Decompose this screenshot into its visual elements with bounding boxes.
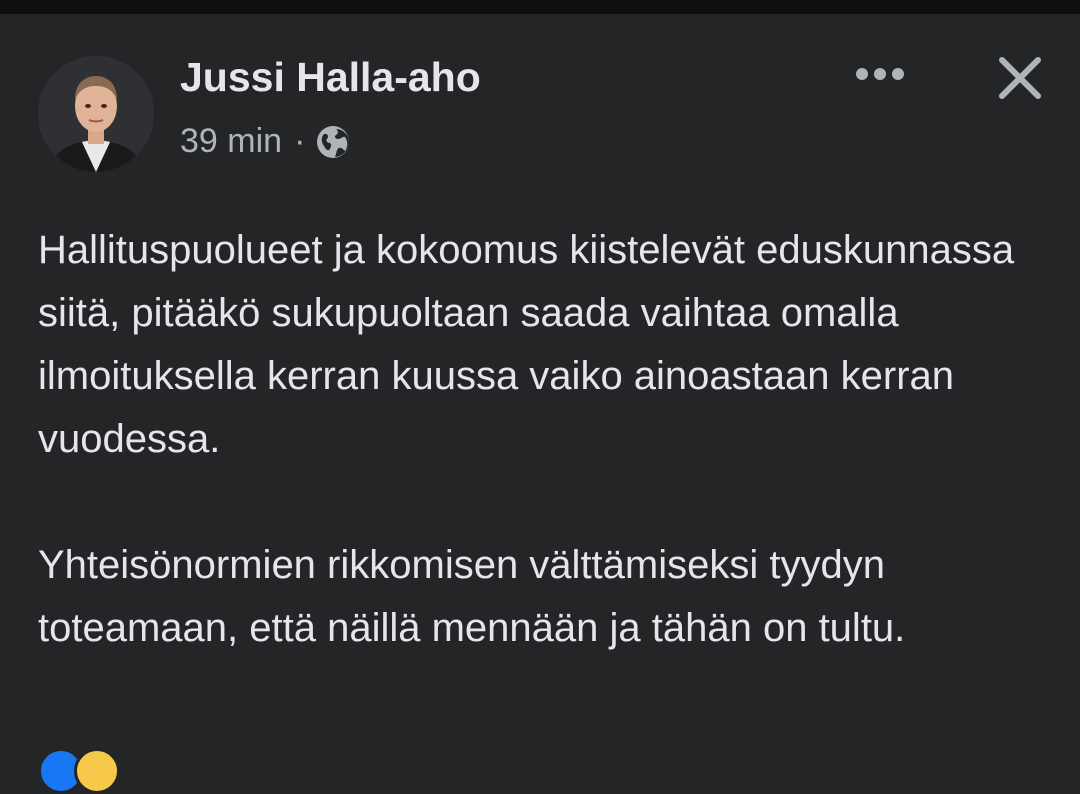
close-icon [999,57,1041,99]
reactions-summary[interactable] [38,748,120,794]
post-meta: 39 min · [180,122,351,161]
meta-separator: · [294,122,306,160]
post-timestamp[interactable]: 39 min [180,122,282,161]
post-text: Hallituspuolueet ja kokoomus kiistelevät… [38,219,1068,660]
post-paragraph: Yhteisönormien rikkomisen välttämiseksi … [38,543,906,650]
haha-reaction-icon [74,748,120,794]
post-paragraph: Hallituspuolueet ja kokoomus kiistelevät… [38,228,1015,461]
status-bar-strip [0,0,1080,14]
avatar-portrait-image [38,56,154,172]
close-button[interactable] [990,48,1050,108]
post-card: Jussi Halla-aho 39 min · Hallituspuoluee… [0,14,1080,794]
globe-icon[interactable] [315,124,351,160]
more-horizontal-icon [856,68,904,80]
author-name[interactable]: Jussi Halla-aho [180,54,481,101]
more-options-button[interactable] [850,54,910,94]
avatar[interactable] [38,56,154,172]
